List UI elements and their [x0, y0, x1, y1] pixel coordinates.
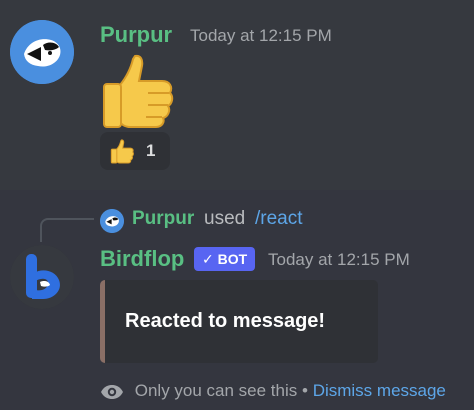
embed: Reacted to message!: [100, 280, 378, 363]
puffin-icon: [10, 20, 74, 84]
ephemeral-notice: Only you can see this • Dismiss message: [100, 381, 446, 401]
reply-connector: [40, 218, 94, 242]
username[interactable]: Purpur: [100, 22, 172, 48]
bot-badge: ✓ BOT: [194, 247, 256, 271]
bot-username[interactable]: Birdflop: [100, 246, 184, 272]
eye-icon: [101, 384, 123, 399]
dismiss-message-link[interactable]: Dismiss message: [313, 381, 446, 400]
birdflop-avatar[interactable]: [10, 245, 74, 309]
message-purpur: Purpur Today at 12:15 PM 1: [0, 0, 474, 190]
reply-username[interactable]: Purpur: [132, 208, 194, 230]
reply-avatar[interactable]: [100, 209, 124, 233]
embed-text: Reacted to message!: [125, 310, 326, 332]
reply-used-text: used: [204, 208, 246, 229]
timestamp: Today at 12:15 PM: [268, 250, 410, 269]
timestamp: Today at 12:15 PM: [190, 26, 332, 45]
purpur-avatar[interactable]: [10, 20, 74, 84]
reaction-thumbs-up[interactable]: 1: [100, 132, 170, 170]
puffin-icon: [100, 209, 124, 233]
reply-command-link[interactable]: /react: [255, 208, 303, 230]
reaction-count: 1: [146, 141, 156, 160]
birdflop-logo-icon: [10, 245, 74, 309]
thumbs-up-icon: [110, 139, 134, 164]
ephemeral-text: Only you can see this: [134, 381, 298, 400]
separator: •: [302, 381, 308, 400]
thumbs-up-emoji-icon: [103, 54, 174, 128]
